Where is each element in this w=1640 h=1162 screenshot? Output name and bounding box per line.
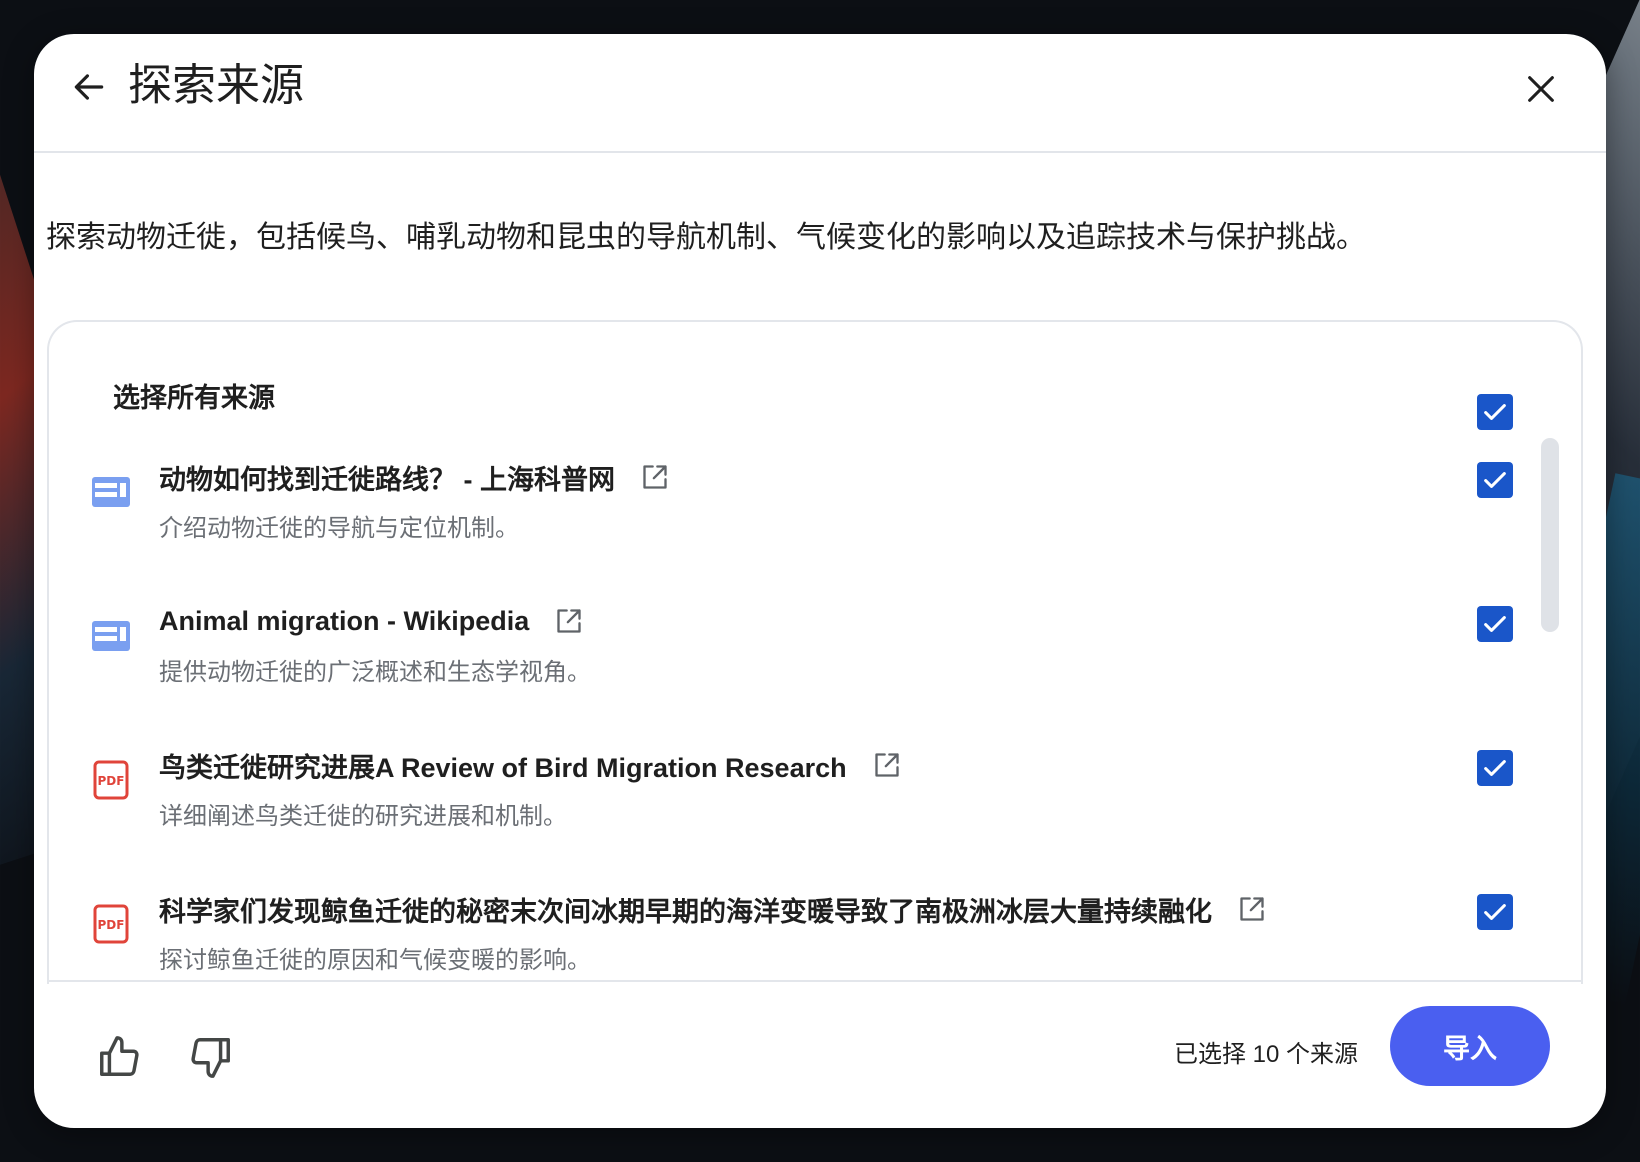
select-all-checkbox[interactable] — [1477, 394, 1513, 430]
source-checkbox[interactable] — [1477, 462, 1513, 498]
dialog-header: 探索来源 — [34, 34, 1606, 153]
source-item: Animal migration - Wikipedia 提供动物迁徙的广泛概述… — [49, 594, 1541, 734]
source-checkbox[interactable] — [1477, 894, 1513, 930]
source-title-row: Animal migration - Wikipedia — [159, 594, 583, 648]
source-item: PDF 科学家们发现鲸鱼迁徙的秘密末次间冰期早期的海洋变暖导致了南极洲冰层大量持… — [49, 882, 1541, 984]
source-description: 探讨鲸鱼迁徙的原因和气候变暖的影响。 — [159, 947, 591, 974]
source-description: 介绍动物迁徙的导航与定位机制。 — [159, 515, 519, 542]
arrow-left-icon — [74, 74, 104, 100]
thumbs-down-button[interactable] — [186, 1032, 236, 1082]
sources-list-panel: 选择所有来源 动物如何找到迁徙路线？ - 上海科普网 介绍动物迁徙的导航与定位机… — [47, 320, 1583, 984]
check-icon — [1484, 472, 1506, 488]
open-external-link[interactable] — [873, 751, 901, 779]
open-external-link[interactable] — [641, 463, 669, 491]
source-title-row: 鸟类迁徙研究进展A Review of Bird Migration Resea… — [159, 738, 901, 792]
pdf-icon: PDF — [91, 904, 131, 944]
source-title: 动物如何找到迁徙路线？ - 上海科普网 — [159, 464, 615, 495]
pdf-icon: PDF — [91, 760, 131, 800]
dialog-title: 探索来源 — [128, 61, 304, 110]
close-icon — [1528, 76, 1554, 102]
web-page-icon — [91, 616, 131, 656]
source-item: PDF 鸟类迁徙研究进展A Review of Bird Migration R… — [49, 738, 1541, 878]
import-button[interactable]: 导入 — [1390, 1006, 1550, 1086]
check-icon — [1484, 904, 1506, 920]
source-title: 鸟类迁徙研究进展A Review of Bird Migration Resea… — [159, 752, 847, 783]
pdf-label: PDF — [98, 774, 125, 788]
pdf-label: PDF — [98, 918, 125, 932]
open-external-link[interactable] — [1238, 895, 1266, 923]
source-description: 提供动物迁徙的广泛概述和生态学视角。 — [159, 659, 591, 686]
source-title-row: 科学家们发现鲸鱼迁徙的秘密末次间冰期早期的海洋变暖导致了南极洲冰层大量持续融化 — [159, 882, 1266, 936]
dialog-footer: 已选择 10 个来源 导入 — [34, 982, 1606, 1128]
web-page-icon — [91, 472, 131, 512]
source-title-row: 动物如何找到迁徙路线？ - 上海科普网 — [159, 450, 669, 504]
selected-sources-count: 已选择 10 个来源 — [1174, 1041, 1359, 1068]
open-in-new-icon — [1240, 897, 1264, 921]
select-all-label: 选择所有来源 — [113, 383, 275, 413]
source-checkbox[interactable] — [1477, 606, 1513, 642]
back-button[interactable] — [64, 62, 114, 112]
discover-sources-dialog: 探索来源 探索动物迁徙，包括候鸟、哺乳动物和昆虫的导航机制、气候变化的影响以及追… — [34, 34, 1606, 1128]
open-in-new-icon — [643, 465, 667, 489]
scrollbar-thumb[interactable] — [1541, 438, 1559, 632]
source-checkbox[interactable] — [1477, 750, 1513, 786]
check-icon — [1484, 404, 1506, 420]
open-external-link[interactable] — [555, 607, 583, 635]
open-in-new-icon — [557, 609, 581, 633]
open-in-new-icon — [874, 753, 899, 777]
topic-description: 探索动物迁徙，包括候鸟、哺乳动物和昆虫的导航机制、气候变化的影响以及追踪技术与保… — [46, 221, 1366, 254]
source-title: Animal migration - Wikipedia — [159, 605, 530, 636]
check-icon — [1484, 760, 1506, 776]
close-button[interactable] — [1516, 64, 1566, 114]
thumbs-up-icon — [100, 1036, 139, 1076]
thumbs-down-icon — [191, 1038, 230, 1078]
source-description: 详细阐述鸟类迁徙的研究进展和机制。 — [159, 803, 567, 830]
check-icon — [1484, 616, 1506, 632]
thumbs-up-button[interactable] — [94, 1032, 144, 1082]
source-item: 动物如何找到迁徙路线？ - 上海科普网 介绍动物迁徙的导航与定位机制。 — [49, 450, 1541, 590]
source-title: 科学家们发现鲸鱼迁徙的秘密末次间冰期早期的海洋变暖导致了南极洲冰层大量持续融化 — [159, 896, 1212, 927]
